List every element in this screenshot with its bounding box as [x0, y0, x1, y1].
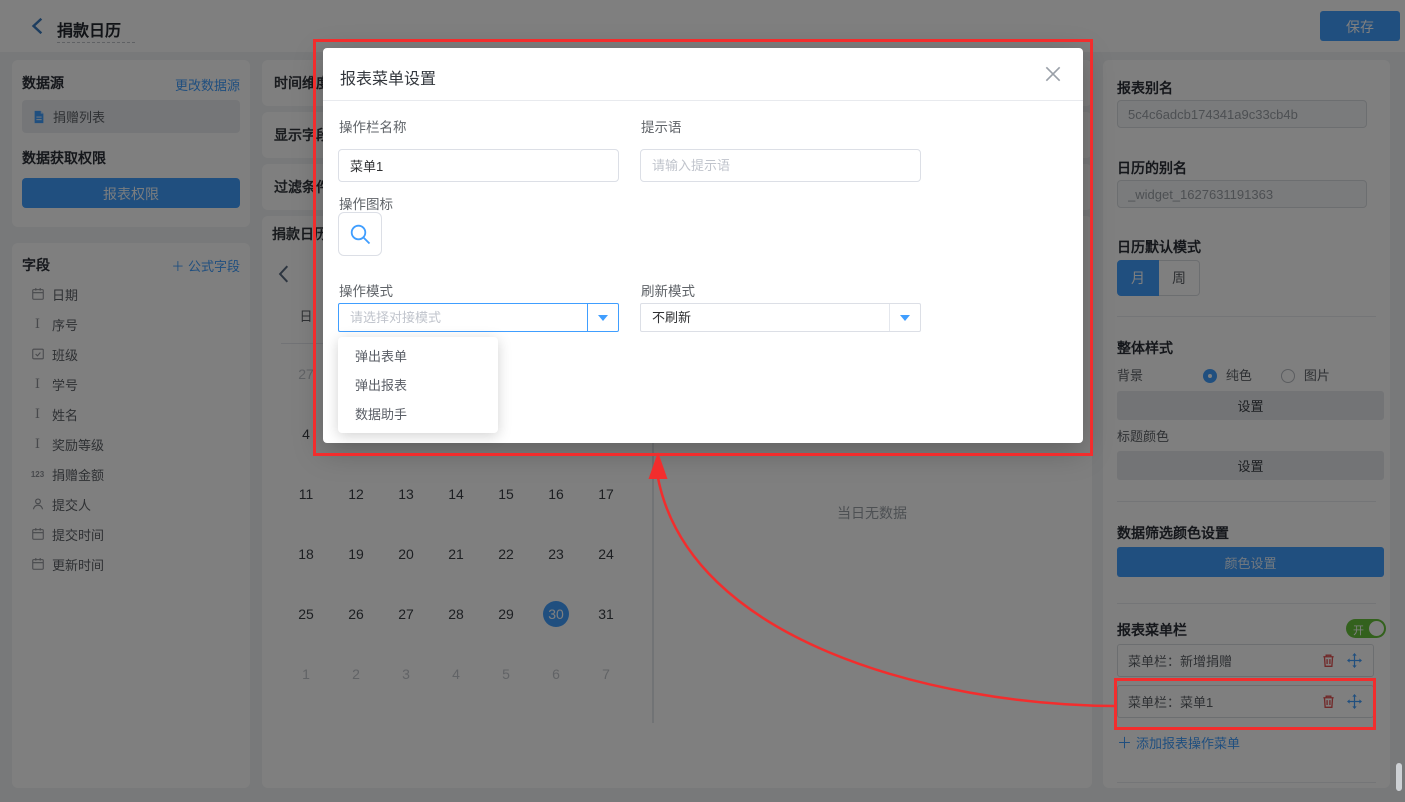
tip-input[interactable]: [640, 149, 921, 182]
modal-title: 报表菜单设置: [340, 65, 436, 89]
action-name-input[interactable]: [338, 149, 619, 182]
action-mode-select[interactable]: 请选择对接模式: [338, 303, 619, 332]
action-mode-placeholder: 请选择对接模式: [339, 304, 587, 331]
refresh-mode-label: 刷新模式: [641, 280, 695, 300]
caret-cell: [889, 304, 920, 331]
refresh-mode-select[interactable]: 不刷新: [640, 303, 921, 332]
chevron-down-icon: [598, 315, 608, 321]
caret-cell: [587, 304, 618, 331]
refresh-mode-value: 不刷新: [641, 304, 889, 331]
action-name-label: 操作栏名称: [339, 116, 407, 136]
action-icon-label: 操作图标: [339, 193, 393, 213]
close-icon[interactable]: [1043, 64, 1063, 84]
action-mode-label: 操作模式: [339, 280, 393, 300]
tip-label: 提示语: [641, 116, 682, 136]
mode-dropdown: 弹出表单弹出报表数据助手: [338, 337, 498, 433]
action-icon-button[interactable]: [338, 212, 382, 256]
chevron-down-icon: [900, 315, 910, 321]
dropdown-option[interactable]: 弹出表单: [338, 342, 498, 371]
modal-header-divider: [323, 100, 1083, 101]
dropdown-option[interactable]: 数据助手: [338, 400, 498, 429]
search-icon: [348, 222, 372, 246]
scrollbar-thumb[interactable]: [1396, 763, 1402, 791]
dropdown-option[interactable]: 弹出报表: [338, 371, 498, 400]
